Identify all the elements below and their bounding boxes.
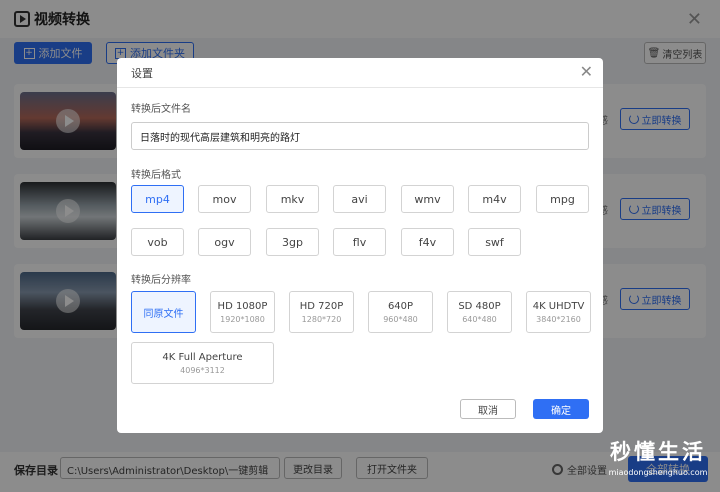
format-option-mkv[interactable]: mkv: [266, 185, 319, 213]
format-option-m4v[interactable]: m4v: [468, 185, 521, 213]
format-option-wmv[interactable]: wmv: [401, 185, 454, 213]
format-option-f4v[interactable]: f4v: [401, 228, 454, 256]
format-option-ogv[interactable]: ogv: [198, 228, 251, 256]
resolution-dimensions: 1920*1080: [220, 314, 265, 324]
cancel-button[interactable]: 取消: [460, 399, 516, 419]
resolution-name: 同原文件: [143, 308, 184, 320]
watermark-url: miaodongshenghuo.com: [608, 468, 708, 477]
dialog-title: 设置: [131, 66, 153, 80]
format-option-flv[interactable]: flv: [333, 228, 386, 256]
resolution-option[interactable]: SD 480P 640*480: [447, 291, 512, 333]
format-option-vob[interactable]: vob: [131, 228, 184, 256]
format-option-3gp[interactable]: 3gp: [266, 228, 319, 256]
resolution-dimensions: 960*480: [383, 314, 418, 324]
close-icon[interactable]: ✕: [580, 63, 593, 81]
resolution-option[interactable]: HD 720P 1280*720: [289, 291, 354, 333]
dialog-header: 设置 ✕: [117, 58, 603, 88]
resolution-option[interactable]: 同原文件: [131, 291, 196, 333]
format-option-mov[interactable]: mov: [198, 185, 251, 213]
watermark: 秒懂生活 miaodongshenghuo.com: [600, 436, 716, 488]
filename-label: 转换后文件名: [131, 104, 191, 115]
format-option-mpg[interactable]: mpg: [536, 185, 589, 213]
confirm-button[interactable]: 确定: [533, 399, 589, 419]
format-option-avi[interactable]: avi: [333, 185, 386, 213]
resolution-option[interactable]: 640P 960*480: [368, 291, 433, 333]
resolution-name: 640P: [387, 300, 414, 312]
resolution-dimensions: 640*480: [462, 314, 497, 324]
resolution-label: 转换后分辨率: [131, 275, 191, 286]
resolution-option[interactable]: 4K UHDTV 3840*2160: [526, 291, 591, 333]
resolution-dimensions: 4096*3112: [180, 365, 225, 375]
watermark-title: 秒懂生活: [610, 440, 706, 464]
resolution-name: HD 720P: [299, 300, 344, 312]
resolution-name: HD 1080P: [217, 300, 268, 312]
resolution-name: 4K UHDTV: [532, 300, 585, 312]
resolution-name: SD 480P: [458, 300, 501, 312]
resolution-dimensions: 1280*720: [301, 314, 342, 324]
format-label: 转换后格式: [131, 170, 181, 181]
resolution-option[interactable]: 4K Full Aperture 4096*3112: [131, 342, 274, 384]
format-option-mp4[interactable]: mp4: [131, 185, 184, 213]
filename-input[interactable]: 日落时的现代高层建筑和明亮的路灯: [131, 122, 589, 150]
resolution-option[interactable]: HD 1080P 1920*1080: [210, 291, 275, 333]
settings-dialog: 设置 ✕ 转换后文件名 日落时的现代高层建筑和明亮的路灯 转换后格式 mp4 mo…: [117, 58, 603, 433]
resolution-name: 4K Full Aperture: [162, 351, 243, 363]
format-option-swf[interactable]: swf: [468, 228, 521, 256]
resolution-dimensions: 3840*2160: [536, 314, 581, 324]
